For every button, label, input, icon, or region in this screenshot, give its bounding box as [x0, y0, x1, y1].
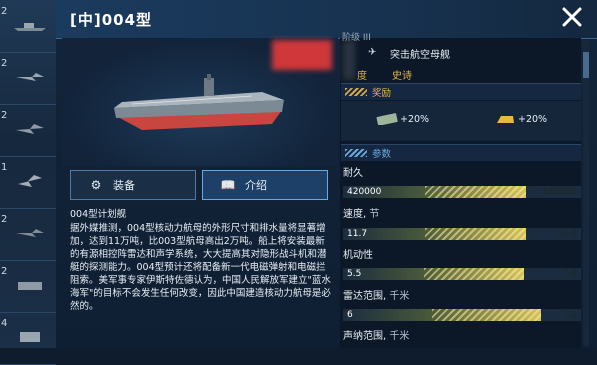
ship-card[interactable]: 2: [0, 0, 56, 53]
cash-icon: [376, 113, 398, 125]
ship-card-tier: 2: [1, 266, 8, 277]
ship-card[interactable]: 2: [0, 208, 56, 261]
ship-card-tier: 4: [1, 318, 8, 329]
stat-bar-speed: 11.7 15.2: [343, 228, 581, 240]
reward-cash-value: +20%: [400, 113, 430, 125]
stripes-icon: [345, 88, 367, 96]
stat-max: 7.2: [562, 269, 577, 279]
stat-label-radar-range: 雷达范围, 千米: [343, 291, 410, 302]
stat-hatch: [432, 309, 541, 321]
scrollbar-thumb[interactable]: [583, 52, 589, 78]
aircraft-thumbnail-icon: [16, 73, 44, 81]
ship-card[interactable]: 2: [0, 52, 56, 105]
carrier-class-icon: ✈: [368, 47, 377, 58]
ship-card-tier: 2: [1, 110, 8, 121]
reward-section-header: 奖励: [341, 83, 581, 100]
tab-equipment-label: 装备: [113, 179, 135, 192]
stat-max: 546000: [542, 187, 577, 197]
scrollbar-track[interactable]: [583, 40, 589, 346]
stat-bar-durability: 420000 546000: [343, 186, 581, 198]
reward-heading: 奖励: [372, 88, 392, 99]
stat-bar-radar-range: 6 7.2: [343, 309, 581, 321]
stat-hatch: [425, 186, 526, 198]
params-section-header: 参数: [341, 144, 581, 161]
rarity-value: 史诗: [392, 71, 412, 82]
stat-value: 11.7: [347, 229, 368, 239]
book-icon: 📖: [220, 178, 236, 192]
blurred-flag: [272, 40, 332, 70]
ship-card-tier: 2: [1, 214, 8, 225]
aircraft-thumbnail-icon: [18, 175, 42, 187]
stat-label-speed: 速度, 节: [343, 209, 380, 220]
aircraft-thumbnail-icon: [16, 229, 44, 237]
stat-value: 6: [347, 310, 353, 320]
ship-title: [中]004型: [70, 11, 153, 29]
stat-label-maneuverability: 机动性: [343, 250, 373, 261]
reward-gold-value: +20%: [518, 113, 548, 125]
aircraft-thumbnail-icon: [16, 124, 44, 134]
blurred-region: [343, 40, 355, 80]
tab-introduction-label: 介绍: [245, 179, 267, 192]
ship-card-tier: 2: [1, 6, 8, 17]
ship-card-tier: 1: [1, 162, 8, 173]
stat-max: 7.2: [562, 310, 577, 320]
close-icon[interactable]: [560, 5, 584, 29]
stat-max: 15.2: [556, 229, 577, 239]
class-name: 突击航空母舰: [390, 50, 450, 61]
ship-thumbnail-icon: [14, 23, 46, 31]
stat-label-durability: 耐久: [343, 168, 363, 179]
ship-card[interactable]: 1: [0, 156, 56, 209]
stat-value: 5.5: [347, 269, 362, 279]
stripes-icon: [345, 149, 367, 157]
rarity-label: 度: [357, 71, 367, 82]
description-body: 据外媒推测，004型核动力航母的外形尺寸和排水量将显著增加，达到11万吨，比00…: [70, 223, 331, 312]
tab-equipment[interactable]: ⚙ 装备: [70, 170, 196, 200]
class-label: 阶级 III: [342, 33, 371, 43]
carrier-model-image: [114, 74, 284, 130]
ship-card-tier: 2: [1, 58, 8, 69]
reward-gold: +20%: [494, 113, 547, 125]
stat-hatch: [424, 268, 524, 280]
reward-cash: +20%: [376, 113, 429, 125]
ship-list-strip: 2 2 2 1 2 2 4: [0, 0, 56, 365]
gold-bar-icon: [497, 116, 514, 123]
stat-value: 420000: [347, 187, 382, 197]
stat-hatch: [425, 228, 526, 240]
stat-bar-maneuverability: 5.5 7.2: [343, 268, 581, 280]
vehicle-thumbnail-icon: [20, 332, 40, 342]
gears-icon: ⚙: [90, 178, 102, 192]
stat-label-sonar-range: 声纳范围, 千米: [343, 331, 410, 342]
tab-introduction[interactable]: 📖 介绍: [202, 170, 328, 200]
ship-card[interactable]: 2: [0, 260, 56, 313]
params-heading: 参数: [372, 149, 392, 160]
ship-card[interactable]: 2: [0, 104, 56, 157]
vehicle-thumbnail-icon: [18, 282, 42, 290]
ship-card[interactable]: 4: [0, 312, 56, 365]
description-block: 004型计划舰 据外媒推测，004型核动力航母的外形尺寸和排水量将显著增加，达到…: [70, 208, 332, 313]
description-title: 004型计划舰: [70, 209, 127, 220]
